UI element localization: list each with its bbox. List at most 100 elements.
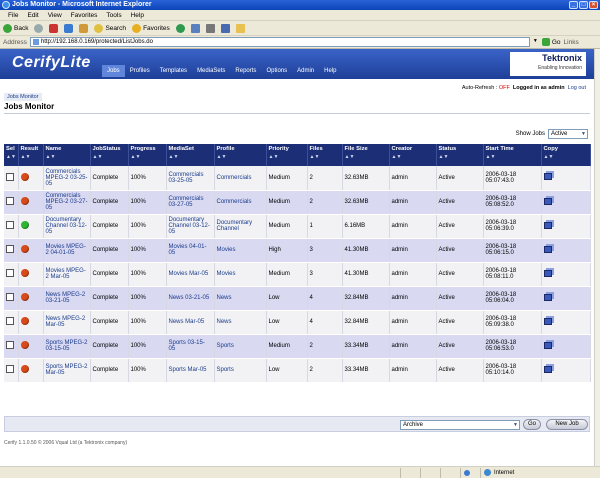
- column-header-profile[interactable]: Profile ▲▼: [214, 144, 267, 166]
- sort-arrows-icon[interactable]: ▲▼: [345, 154, 387, 160]
- nav-help[interactable]: Help: [319, 65, 341, 77]
- fail-status-icon[interactable]: [20, 293, 29, 301]
- minimize-button[interactable]: _: [569, 1, 578, 9]
- copy-icon[interactable]: [543, 245, 552, 253]
- sort-arrows-icon[interactable]: ▲▼: [486, 154, 539, 160]
- stop-button[interactable]: [49, 23, 59, 33]
- sort-arrows-icon[interactable]: ▲▼: [131, 154, 164, 160]
- cell-profile[interactable]: Documentary Channel: [214, 214, 267, 239]
- go-button[interactable]: Go: [541, 38, 561, 46]
- cell-name[interactable]: Sports MPEG-2 03-15-05: [43, 334, 91, 359]
- nav-reports[interactable]: Reports: [230, 65, 261, 77]
- nav-mediasets[interactable]: MediaSets: [192, 65, 230, 77]
- copy-icon[interactable]: [543, 197, 552, 205]
- home-button[interactable]: [79, 23, 89, 33]
- cell-profile[interactable]: Commercials: [214, 190, 267, 215]
- breadcrumb[interactable]: Jobs Monitor: [4, 93, 42, 101]
- copy-icon[interactable]: [543, 269, 552, 277]
- media-button[interactable]: [175, 23, 185, 33]
- sort-arrows-icon[interactable]: ▲▼: [269, 154, 305, 160]
- folder-button[interactable]: [235, 23, 245, 33]
- go-action-button[interactable]: Go: [523, 419, 541, 430]
- cell-mediaset[interactable]: News Mar-05: [166, 310, 215, 335]
- column-header-copy[interactable]: Copy ▲▼: [541, 144, 591, 166]
- nav-options[interactable]: Options: [261, 65, 292, 77]
- links-button[interactable]: Links: [564, 39, 579, 46]
- fail-status-icon[interactable]: [20, 269, 29, 277]
- row-checkbox[interactable]: [6, 317, 14, 325]
- logout-link[interactable]: Log out: [568, 85, 586, 91]
- sort-arrows-icon[interactable]: ▲▼: [392, 154, 434, 160]
- sort-arrows-icon[interactable]: ▲▼: [310, 154, 340, 160]
- cell-name[interactable]: Sports MPEG-2 Mar-05: [43, 358, 91, 383]
- refresh-button[interactable]: [64, 23, 74, 33]
- column-header-jobstatus[interactable]: JobStatus ▲▼: [90, 144, 129, 166]
- menu-favorites[interactable]: Favorites: [71, 12, 98, 19]
- column-header-name[interactable]: Name ▲▼: [43, 144, 91, 166]
- cell-name[interactable]: News MPEG-2 03-21-05: [43, 286, 91, 311]
- nav-admin[interactable]: Admin: [292, 65, 319, 77]
- column-header-progress[interactable]: Progress ▲▼: [128, 144, 167, 166]
- row-checkbox[interactable]: [6, 245, 14, 253]
- cell-profile[interactable]: Commercials: [214, 166, 267, 191]
- cell-mediaset[interactable]: Movies 04-01-05: [166, 238, 215, 263]
- bulk-action-select[interactable]: Archive: [400, 420, 520, 430]
- cell-mediaset[interactable]: Sports 03-15-05: [166, 334, 215, 359]
- nav-templates[interactable]: Templates: [155, 65, 192, 77]
- fail-status-icon[interactable]: [20, 341, 29, 349]
- maximize-button[interactable]: □: [579, 1, 588, 9]
- copy-icon[interactable]: [543, 173, 552, 181]
- cell-mediaset[interactable]: News 03-21-05: [166, 286, 215, 311]
- forward-button[interactable]: [34, 23, 44, 33]
- mail-button[interactable]: [190, 23, 200, 33]
- sort-arrows-icon[interactable]: ▲▼: [46, 154, 88, 160]
- cell-profile[interactable]: News: [214, 310, 267, 335]
- sort-arrows-icon[interactable]: ▲▼: [21, 154, 41, 160]
- pass-status-icon[interactable]: [20, 221, 29, 229]
- cell-profile[interactable]: Movies: [214, 262, 267, 287]
- autorefresh-toggle[interactable]: OFF: [499, 85, 510, 91]
- favorites-button[interactable]: Favorites: [132, 23, 170, 33]
- cell-mediaset[interactable]: Documentary Channel 03-12-05: [166, 214, 215, 239]
- cell-mediaset[interactable]: Sports Mar-05: [166, 358, 215, 383]
- cell-name[interactable]: News MPEG-2 Mar-05: [43, 310, 91, 335]
- fail-status-icon[interactable]: [20, 197, 29, 205]
- new-job-button[interactable]: New Job: [546, 419, 588, 430]
- cell-profile[interactable]: News: [214, 286, 267, 311]
- cell-name[interactable]: Movies MPEG-2 04-01-05: [43, 238, 91, 263]
- copy-icon[interactable]: [543, 293, 552, 301]
- row-checkbox[interactable]: [6, 341, 14, 349]
- column-header-mediaset[interactable]: MediaSet ▲▼: [166, 144, 215, 166]
- address-dropdown-icon[interactable]: ▼: [533, 38, 539, 46]
- menu-view[interactable]: View: [48, 12, 62, 19]
- row-checkbox[interactable]: [6, 197, 14, 205]
- menu-file[interactable]: File: [8, 12, 18, 19]
- menu-help[interactable]: Help: [131, 12, 144, 19]
- column-header-result[interactable]: Result ▲▼: [18, 144, 44, 166]
- edit-button[interactable]: [220, 23, 230, 33]
- search-button[interactable]: Search: [94, 23, 126, 33]
- cell-mediaset[interactable]: Movies Mar-05: [166, 262, 215, 287]
- fail-status-icon[interactable]: [20, 245, 29, 253]
- column-header-start-time[interactable]: Start Time ▲▼: [483, 144, 542, 166]
- column-header-file-size[interactable]: File Size ▲▼: [342, 144, 390, 166]
- column-header-creator[interactable]: Creator ▲▼: [389, 144, 437, 166]
- row-checkbox[interactable]: [6, 365, 14, 373]
- close-button[interactable]: ×: [589, 1, 598, 9]
- copy-icon[interactable]: [543, 341, 552, 349]
- cell-profile[interactable]: Sports: [214, 358, 267, 383]
- sort-arrows-icon[interactable]: ▲▼: [439, 154, 481, 160]
- back-button[interactable]: Back: [3, 23, 28, 33]
- cell-profile[interactable]: Movies: [214, 238, 267, 263]
- menu-edit[interactable]: Edit: [27, 12, 38, 19]
- sort-arrows-icon[interactable]: ▲▼: [93, 154, 126, 160]
- sort-arrows-icon[interactable]: ▲▼: [217, 154, 264, 160]
- sort-arrows-icon[interactable]: ▲▼: [544, 154, 588, 160]
- sort-arrows-icon[interactable]: ▲▼: [6, 154, 16, 160]
- address-input[interactable]: http://192.168.0.169/protected/ListJobs.…: [29, 37, 530, 47]
- show-jobs-select[interactable]: Active: [548, 129, 588, 139]
- menu-tools[interactable]: Tools: [106, 12, 121, 19]
- column-header-files[interactable]: Files ▲▼: [307, 144, 343, 166]
- copy-icon[interactable]: [543, 365, 552, 373]
- row-checkbox[interactable]: [6, 269, 14, 277]
